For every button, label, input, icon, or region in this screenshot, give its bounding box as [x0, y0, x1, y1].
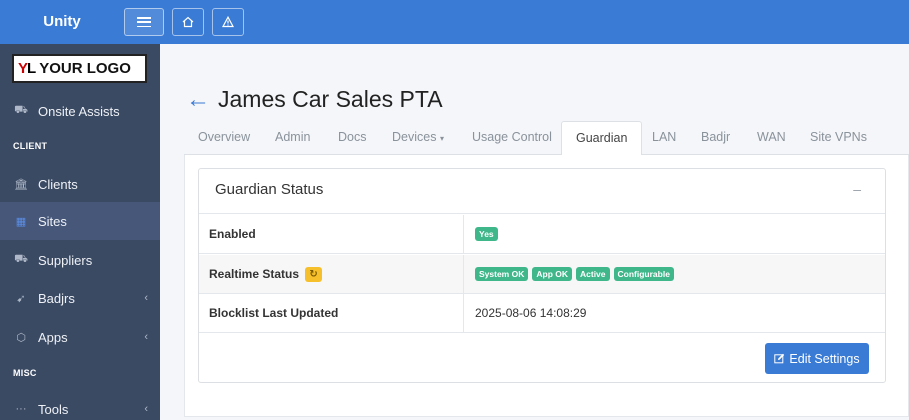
status-badge: Active [576, 267, 610, 281]
sidebar-header-misc: MISC [13, 368, 37, 378]
chevron-left-icon: ‹ [144, 292, 148, 304]
table-row-blocklist-updated: Blocklist Last Updated 2025-08-06 14:08:… [199, 294, 885, 333]
page-title: James Car Sales PTA [218, 86, 443, 112]
sidebar-item-clients[interactable]: 🏛 Clients [0, 165, 160, 203]
edit-icon [774, 353, 785, 364]
status-badge: System OK [475, 267, 529, 281]
row-value: Yes [475, 227, 498, 241]
tab-guardian[interactable]: Guardian [561, 121, 643, 156]
sidebar-item-label: Suppliers [38, 252, 93, 268]
tab-site-vpns[interactable]: Site VPNs [810, 121, 867, 155]
sidebar-item-sites[interactable]: ▦ Sites [0, 202, 160, 240]
sidebar-toggle-button[interactable] [124, 8, 164, 36]
table-row-realtime-status: Realtime Status ↻ System OK App OK Active… [199, 255, 885, 294]
chevron-left-icon: ‹ [144, 331, 148, 343]
warning-icon [222, 16, 234, 28]
tab-devices-label: Devices [392, 130, 437, 144]
tab-lan[interactable]: LAN [652, 121, 676, 155]
truck-icon: ⛟ [14, 104, 28, 116]
sidebar-item-label: Badjrs [38, 290, 75, 306]
sidebar-item-suppliers[interactable]: ⛟ Suppliers [0, 241, 160, 279]
tab-docs[interactable]: Docs [338, 121, 366, 155]
status-badge: App OK [532, 267, 572, 281]
card-title: Guardian Status [215, 181, 324, 198]
row-label: Realtime Status ↻ [209, 267, 323, 283]
dots-icon: ··· [15, 403, 27, 415]
brand-name[interactable]: Unity [0, 0, 124, 44]
bird-icon: ➹ [16, 292, 26, 305]
sidebar-item-tools[interactable]: ··· Tools ‹ [0, 390, 160, 420]
arrow-left-icon[interactable]: ← [186, 87, 210, 112]
alerts-button[interactable] [212, 8, 244, 36]
sidebar-item-badjrs[interactable]: ➹ Badjrs ‹ [0, 279, 160, 317]
sidebar-item-label: Sites [38, 213, 67, 229]
home-icon [182, 16, 194, 28]
tab-badjr[interactable]: Badjr [701, 121, 730, 155]
sidebar-item-onsite-assists[interactable]: ⛟ Onsite Assists [0, 92, 160, 130]
tab-devices[interactable]: Devices ▾ [392, 121, 444, 155]
tab-admin[interactable]: Admin [275, 121, 310, 155]
site-tabs: Overview Admin Docs Devices ▾ Usage Cont… [184, 121, 909, 156]
tab-overview[interactable]: Overview [198, 121, 250, 155]
home-button[interactable] [172, 8, 204, 36]
top-navbar: Unity [0, 0, 909, 44]
row-value: 2025-08-06 14:08:29 [475, 306, 587, 320]
sidebar-item-label: Apps [38, 329, 68, 345]
edit-settings-label: Edit Settings [789, 351, 860, 366]
sidebar-item-apps[interactable]: ⬡ Apps ‹ [0, 318, 160, 356]
building-icon: ▦ [15, 215, 27, 228]
row-label-text: Realtime Status [209, 267, 300, 281]
sidebar-header-client: CLIENT [13, 141, 48, 151]
logo-text: YOUR LOGO [39, 60, 131, 77]
sidebar-item-label: Tools [38, 401, 69, 417]
institution-icon: 🏛 [14, 178, 28, 191]
tab-usage-control[interactable]: Usage Control [472, 121, 552, 155]
row-value: System OK App OK Active Configurable [475, 267, 674, 281]
status-badge: Yes [475, 227, 498, 241]
truck-icon: ⛟ [14, 253, 28, 265]
card-header: Guardian Status – [199, 169, 885, 214]
row-label: Enabled [209, 227, 256, 241]
edit-settings-button[interactable]: Edit Settings [765, 343, 869, 374]
table-row-enabled: Enabled Yes [199, 215, 885, 254]
page-header: ← James Car Sales PTA [186, 86, 443, 113]
sidebar-item-label: Clients [38, 176, 78, 192]
sidebar-item-label: Onsite Assists [38, 103, 120, 119]
tab-wan[interactable]: WAN [757, 121, 786, 155]
refresh-icon[interactable]: ↻ [305, 267, 323, 283]
collapse-icon[interactable]: – [853, 181, 861, 197]
logo-mark: YL [18, 60, 36, 77]
row-label: Blocklist Last Updated [209, 306, 339, 320]
status-badge: Configurable [613, 267, 674, 281]
chevron-left-icon: ‹ [144, 403, 148, 415]
company-logo: YL YOUR LOGO [12, 54, 147, 83]
cube-icon: ⬡ [16, 331, 26, 344]
caret-down-icon: ▾ [439, 134, 444, 143]
menu-icon [137, 17, 151, 27]
sidebar: YL YOUR LOGO ⛟ Onsite Assists CLIENT 🏛 C… [0, 44, 160, 420]
